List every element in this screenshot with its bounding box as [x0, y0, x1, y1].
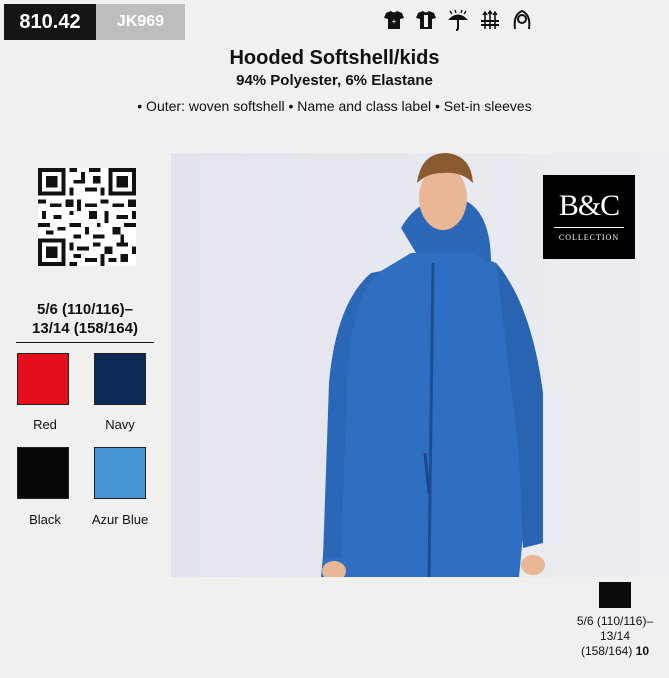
brand-logo: B&C COLLECTION — [543, 175, 635, 259]
brand-logo-divider — [554, 227, 624, 228]
size-range-line-2: 13/14 (158/164) — [32, 320, 138, 337]
product-features: • Outer: woven softshell • Name and clas… — [137, 98, 532, 114]
breathable-icon — [479, 9, 501, 31]
hood-icon — [511, 9, 533, 31]
packaging-quantity: 10 — [635, 644, 650, 658]
product-title: Hooded Softshell/kids — [229, 47, 440, 69]
packaging-line-1: 5/6 (110/116)– — [576, 614, 654, 628]
packaging-line-2: 13/14 — [599, 629, 631, 643]
packaging-line-3-row: (158/164) 10 — [566, 644, 664, 659]
svg-text:+: + — [392, 17, 397, 26]
kids-tshirt-icon: + — [383, 9, 405, 31]
tshirt-icon — [415, 9, 437, 31]
article-code: JK969 — [96, 4, 185, 40]
color-swatch-navy[interactable] — [94, 353, 146, 405]
color-label-azur-blue: Azur Blue — [91, 512, 149, 527]
color-label-navy: Navy — [105, 417, 135, 432]
packaging-line-3: (158/164) — [580, 644, 633, 658]
article-number: 810.42 — [4, 4, 96, 40]
size-range: 5/6 (110/116)– 13/14 (158/164) — [16, 300, 154, 343]
umbrella-icon — [447, 9, 469, 31]
color-swatch-azur-blue[interactable] — [94, 447, 146, 499]
brand-logo-subtitle: COLLECTION — [558, 233, 620, 242]
brand-logo-mark: B&C — [558, 189, 620, 222]
size-range-line-1: 5/6 (110/116)– — [37, 301, 133, 318]
color-swatch-black[interactable] — [17, 447, 69, 499]
color-swatch-red[interactable] — [17, 353, 69, 405]
product-material: 94% Polyester, 6% Elastane — [236, 72, 433, 89]
care-icons: + — [383, 9, 533, 31]
carton-icon — [599, 582, 631, 608]
packaging-info: 5/6 (110/116)– 13/14 (158/164) 10 — [566, 614, 664, 659]
qr-code[interactable] — [38, 168, 136, 266]
